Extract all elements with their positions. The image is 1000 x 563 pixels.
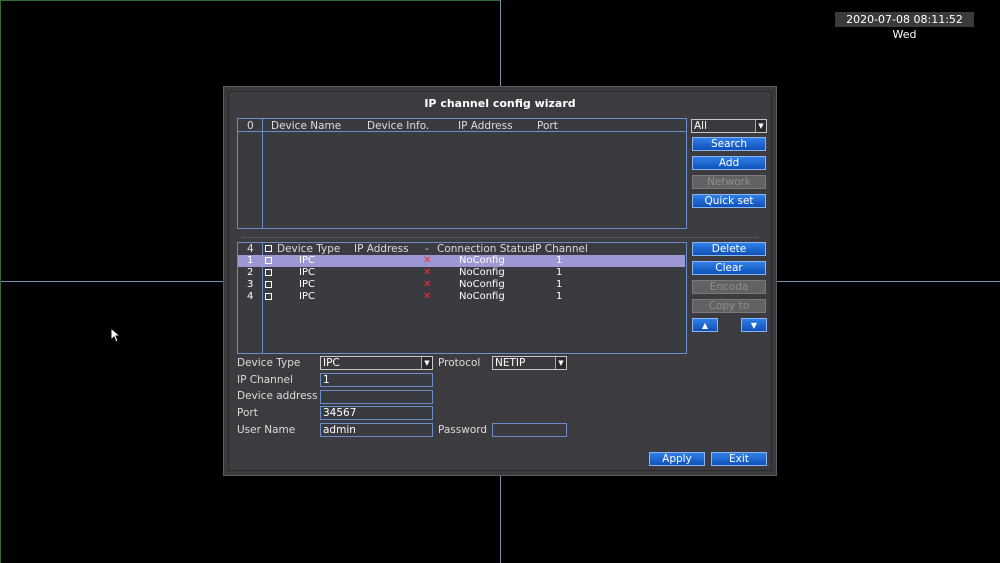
table-row[interactable]: 4 IPC ✕ NoConfig 1	[238, 291, 685, 303]
ip-channel-field[interactable]: 1	[320, 373, 433, 387]
row-channel: 1	[556, 267, 563, 278]
clock: 2020-07-08 08:11:52 Wed	[835, 12, 974, 41]
column-header-ip-channel: IP Channel	[532, 243, 588, 255]
apply-button[interactable]: Apply	[649, 452, 705, 466]
protocol-select[interactable]: NETIP ▼	[492, 356, 567, 370]
search-button[interactable]: Search	[692, 137, 766, 151]
column-header-device-name: Device Name	[271, 120, 342, 132]
row-channel: 1	[556, 255, 563, 266]
dialog-title: IP channel config wizard	[424, 97, 576, 110]
delete-button[interactable]: Delete	[692, 242, 766, 256]
username-label: User Name	[237, 424, 296, 436]
device-address-field[interactable]	[320, 390, 433, 404]
filter-value: All	[694, 120, 708, 132]
row-number: 1	[247, 255, 254, 266]
column-header-port: Port	[537, 120, 558, 132]
arrow-down-icon: ▼	[750, 321, 758, 330]
device-type-select[interactable]: IPC ▼	[320, 356, 433, 370]
move-up-button[interactable]: ▲	[692, 318, 718, 332]
chevron-down-icon[interactable]: ▼	[421, 357, 432, 369]
table-row[interactable]: 2 IPC ✕ NoConfig 1	[238, 267, 685, 279]
added-devices-table[interactable]: 4 Device Type IP Address - Connection St…	[237, 242, 687, 354]
disconnected-x-icon: ✕	[423, 291, 432, 302]
ip-channel-label: IP Channel	[237, 374, 293, 386]
row-device-type: IPC	[299, 279, 315, 290]
copy-to-button[interactable]: Copy to	[692, 299, 766, 313]
table-row[interactable]: 1 IPC ✕ NoConfig 1	[238, 255, 685, 267]
row-checkbox[interactable]	[265, 293, 272, 300]
row-device-type: IPC	[299, 255, 315, 266]
row-status: NoConfig	[459, 267, 505, 278]
protocol-label: Protocol	[438, 357, 481, 369]
password-label: Password	[438, 424, 488, 436]
move-down-button[interactable]: ▼	[741, 318, 767, 332]
row-checkbox[interactable]	[265, 257, 272, 264]
grid-line-top-border	[0, 0, 500, 1]
protocol-value: NETIP	[495, 357, 526, 369]
column-header-connection-status: Connection Status	[437, 243, 534, 255]
row-status: NoConfig	[459, 255, 505, 266]
device-address-label: Device address	[237, 390, 318, 402]
device-type-value: IPC	[323, 357, 340, 369]
port-field[interactable]: 34567	[320, 406, 433, 420]
chevron-down-icon[interactable]: ▼	[555, 357, 566, 369]
network-button[interactable]: Network	[692, 175, 766, 189]
port-label: Port	[237, 407, 258, 419]
arrow-up-icon: ▲	[701, 321, 709, 330]
search-results-table[interactable]: 0 Device Name Device Info. IP Address Po…	[237, 118, 687, 229]
column-header-device-info: Device Info.	[367, 120, 430, 132]
grid-line-left-border	[0, 0, 1, 563]
row-checkbox[interactable]	[265, 281, 272, 288]
row-status: NoConfig	[459, 279, 505, 290]
row-device-type: IPC	[299, 291, 315, 302]
select-all-checkbox[interactable]	[265, 245, 272, 252]
row-channel: 1	[556, 279, 563, 290]
encode-button[interactable]: Encoda	[692, 280, 766, 294]
column-header-dash: -	[425, 243, 429, 255]
dialog-body: IP channel config wizard 0 Device Name D…	[228, 91, 772, 471]
device-type-label: Device Type	[237, 357, 301, 369]
section-divider	[241, 237, 759, 238]
disconnected-x-icon: ✕	[423, 279, 432, 290]
row-number: 3	[247, 279, 254, 290]
clear-button[interactable]: Clear	[692, 261, 766, 275]
disconnected-x-icon: ✕	[423, 255, 432, 266]
row-channel: 1	[556, 291, 563, 302]
row-number: 4	[247, 291, 254, 302]
quick-set-button[interactable]: Quick set	[692, 194, 766, 208]
row-status: NoConfig	[459, 291, 505, 302]
exit-button[interactable]: Exit	[711, 452, 767, 466]
disconnected-x-icon: ✕	[423, 267, 432, 278]
add-button[interactable]: Add	[692, 156, 766, 170]
chevron-down-icon[interactable]: ▼	[755, 120, 766, 132]
column-header-device-type: Device Type	[277, 243, 341, 255]
password-field[interactable]	[492, 423, 567, 437]
column-header-ip-address: IP Address	[458, 120, 513, 132]
username-field[interactable]: admin	[320, 423, 433, 437]
column-header-ip-address: IP Address	[354, 243, 409, 255]
added-count: 4	[247, 243, 254, 255]
filter-select[interactable]: All ▼	[691, 119, 767, 133]
table-row[interactable]: 3 IPC ✕ NoConfig 1	[238, 279, 685, 291]
ip-channel-wizard-dialog: IP channel config wizard 0 Device Name D…	[223, 86, 777, 476]
mouse-cursor-icon	[110, 327, 122, 343]
row-number: 2	[247, 267, 254, 278]
row-checkbox[interactable]	[265, 269, 272, 276]
column-separator	[262, 119, 263, 228]
row-device-type: IPC	[299, 267, 315, 278]
